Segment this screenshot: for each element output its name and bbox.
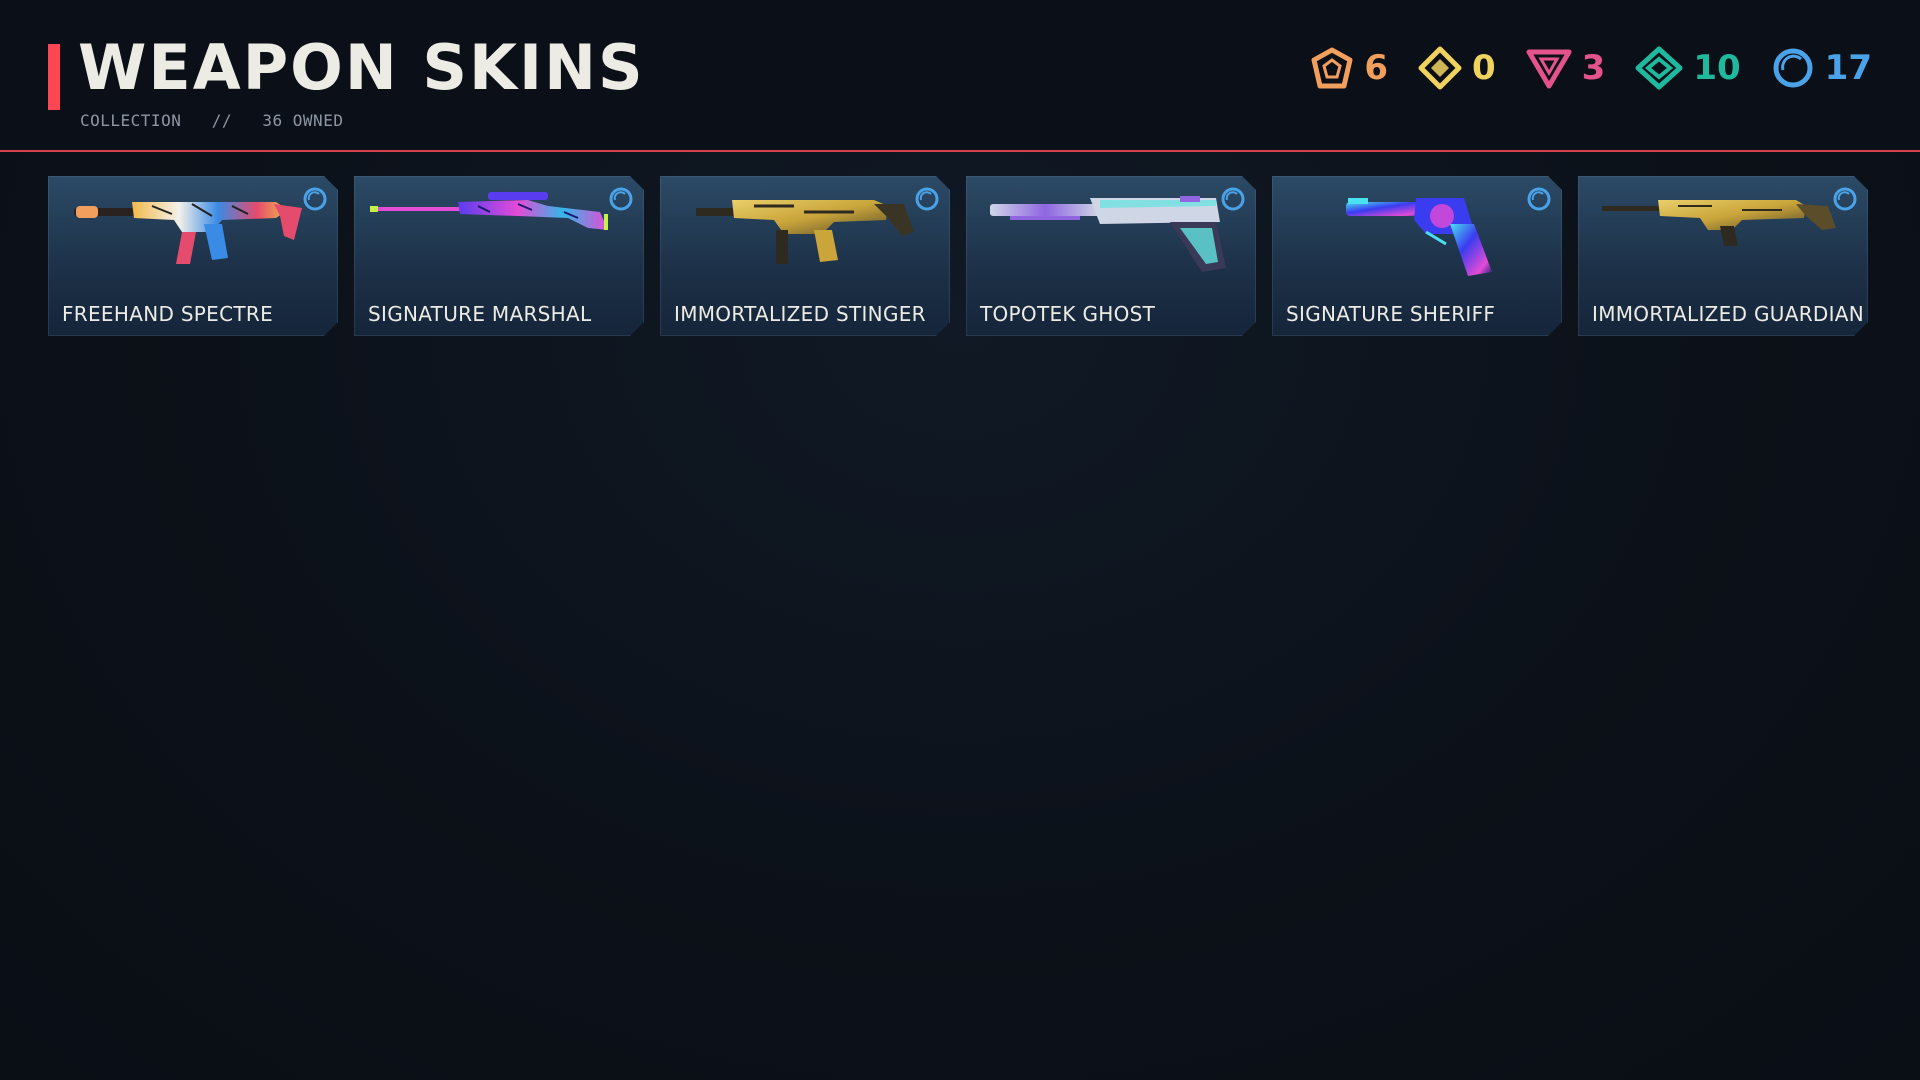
page-header: WEAPON SKINS COLLECTION // 36 OWNED 6 0 … <box>0 0 1920 152</box>
triangle-tier-icon <box>1526 49 1572 89</box>
pistol-icon <box>980 184 1242 288</box>
ultra-tier-icon <box>1526 186 1552 212</box>
tier-ultra[interactable]: 17 <box>1771 46 1872 90</box>
skin-grid: FREEHAND SPECTRE SIGNATURE MARSHAL IMMOR… <box>48 176 1868 336</box>
tier-deluxe-count: 0 <box>1472 48 1496 88</box>
smg-icon <box>674 184 936 288</box>
tier-ultra-count: 17 <box>1824 48 1872 88</box>
skin-card[interactable]: TOPOTEK GHOST <box>966 176 1256 336</box>
ultra-tier-icon <box>914 186 940 212</box>
tier-premium[interactable]: 3 <box>1526 46 1606 90</box>
revolver-icon <box>1286 184 1548 288</box>
skin-name: IMMORTALIZED GUARDIAN <box>1592 302 1865 326</box>
skin-name: TOPOTEK GHOST <box>980 302 1156 326</box>
rhombus-tier-icon <box>1635 46 1683 90</box>
skin-card[interactable]: SIGNATURE MARSHAL <box>354 176 644 336</box>
skin-name: FREEHAND SPECTRE <box>62 302 274 326</box>
sniper-rifle-icon <box>368 184 630 288</box>
skin-name: IMMORTALIZED STINGER <box>674 302 926 326</box>
ultra-tier-icon <box>1220 186 1246 212</box>
smg-icon <box>62 184 324 288</box>
rifle-icon <box>1592 184 1854 288</box>
ultra-tier-icon <box>302 186 328 212</box>
tier-select-count: 6 <box>1364 48 1388 88</box>
skin-name: SIGNATURE MARSHAL <box>368 302 592 326</box>
tier-deluxe[interactable]: 0 <box>1418 46 1496 90</box>
page-title: WEAPON SKINS <box>78 31 645 104</box>
ultra-tier-icon <box>1832 186 1858 212</box>
ring-tier-icon <box>1773 48 1813 88</box>
tier-exclusive-count: 10 <box>1693 48 1741 88</box>
tier-exclusive[interactable]: 10 <box>1635 46 1741 90</box>
skin-card[interactable]: IMMORTALIZED STINGER <box>660 176 950 336</box>
tier-select[interactable]: 6 <box>1310 46 1388 90</box>
ultra-tier-icon <box>608 186 634 212</box>
skin-card[interactable]: FREEHAND SPECTRE <box>48 176 338 336</box>
pentagon-tier-icon <box>1311 47 1353 89</box>
skin-name: SIGNATURE SHERIFF <box>1286 302 1496 326</box>
skin-card[interactable]: SIGNATURE SHERIFF <box>1272 176 1562 336</box>
diamond-tier-icon <box>1418 46 1462 90</box>
tier-counts: 6 0 3 10 17 <box>1310 46 1872 90</box>
title-accent-bar <box>48 44 60 110</box>
tier-premium-count: 3 <box>1581 48 1606 88</box>
collection-subtitle: COLLECTION // 36 OWNED <box>80 111 344 130</box>
skin-card[interactable]: IMMORTALIZED GUARDIAN <box>1578 176 1868 336</box>
